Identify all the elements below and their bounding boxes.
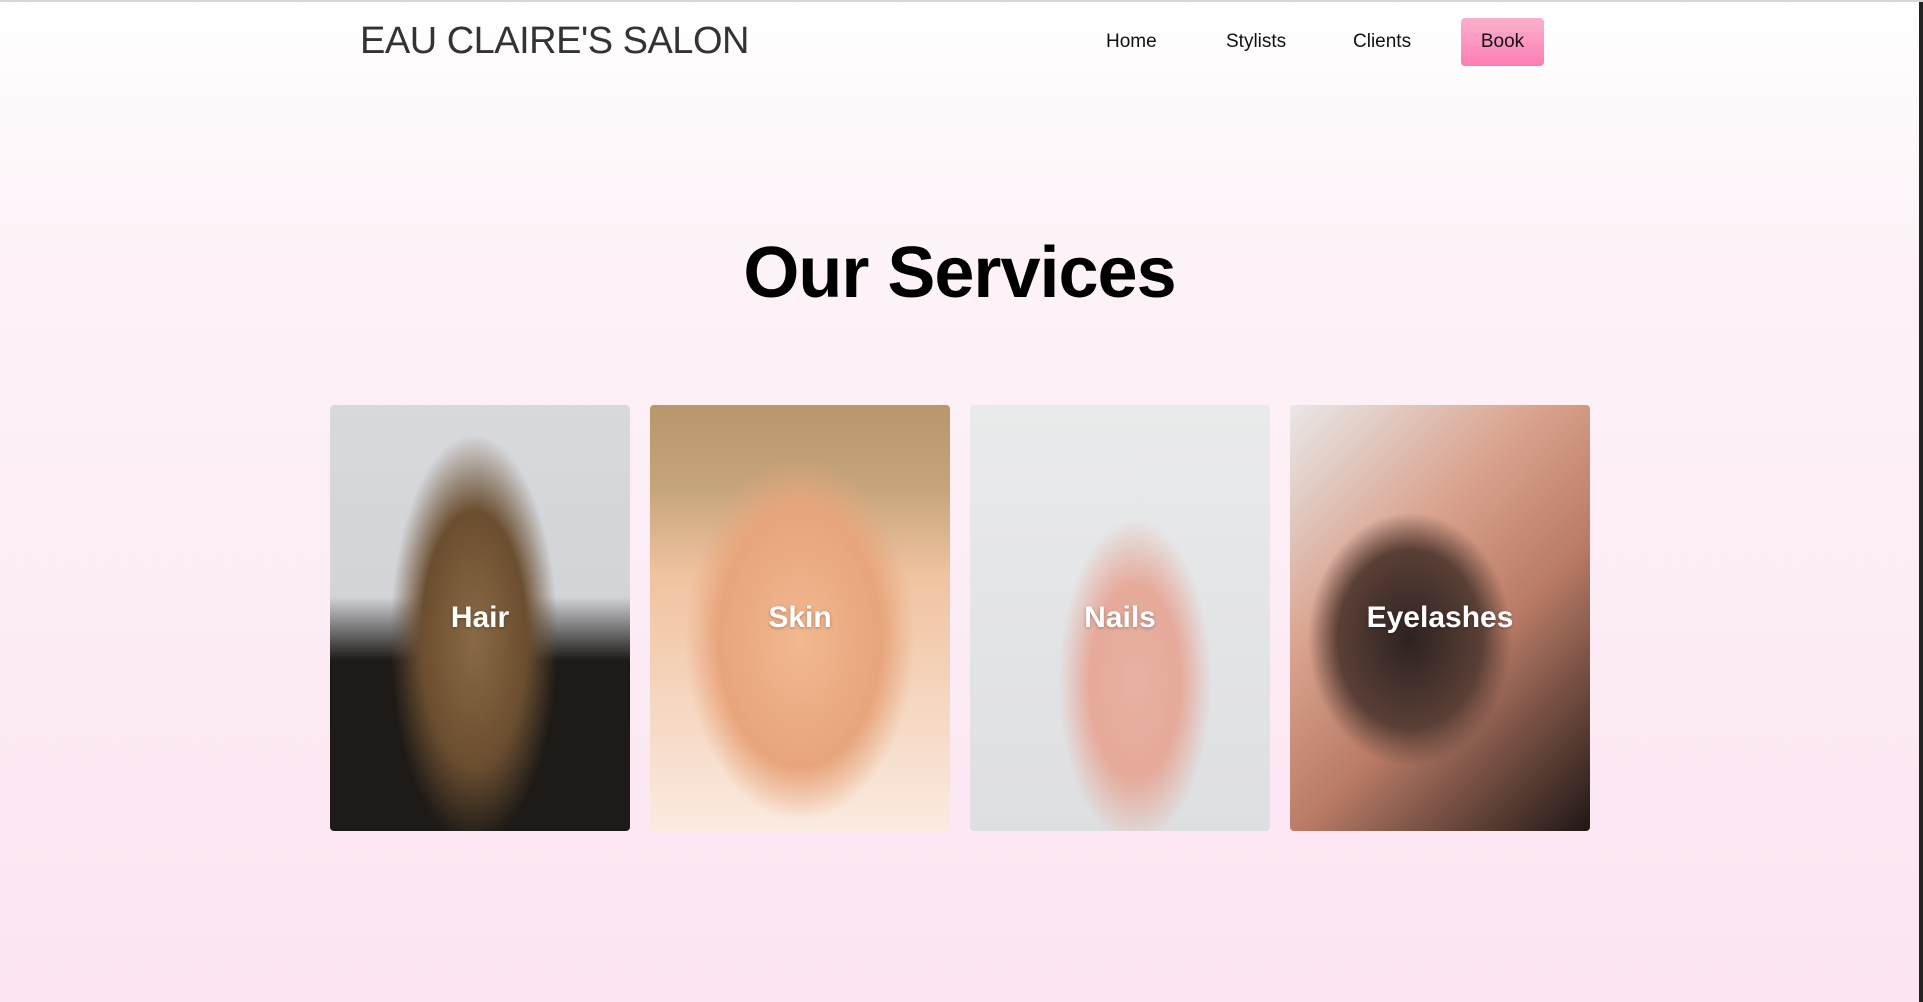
service-label: Hair	[450, 601, 510, 634]
page-title: Our Services	[743, 233, 1176, 313]
nav-stylists[interactable]: Stylists	[1226, 31, 1286, 53]
service-label: Skin	[768, 601, 832, 634]
site-logo[interactable]: EAU CLAIRE'S SALON	[360, 20, 749, 63]
book-button[interactable]: Book	[1461, 18, 1544, 66]
nav-home[interactable]: Home	[1106, 31, 1157, 53]
nav-clients[interactable]: Clients	[1353, 31, 1411, 53]
service-label: Nails	[1084, 601, 1156, 634]
service-label: Eyelashes	[1366, 601, 1514, 634]
service-card-hair[interactable]: Hair	[330, 405, 630, 831]
service-card-eyelashes[interactable]: Eyelashes	[1290, 405, 1590, 831]
site-header: EAU CLAIRE'S SALON Home Stylists Clients…	[0, 2, 1919, 82]
service-card-nails[interactable]: Nails	[970, 405, 1270, 831]
scrollbar[interactable]	[1919, 2, 1923, 1002]
service-card-skin[interactable]: Skin	[650, 405, 950, 831]
